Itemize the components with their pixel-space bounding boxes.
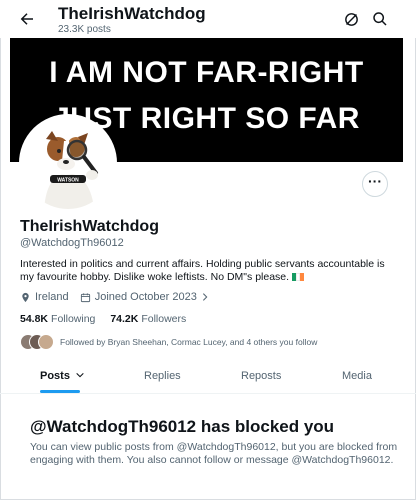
profile-bio: Interested in politics and current affai…	[20, 258, 395, 284]
blocked-message: You can view public posts from @Watchdog…	[30, 441, 398, 466]
tab-posts-label: Posts	[40, 370, 70, 382]
tab-reposts[interactable]: Reposts	[241, 370, 281, 382]
dog-with-magnifier-image: WATSON	[22, 117, 114, 209]
collar-text: WATSON	[57, 178, 79, 184]
profile-meta: Ireland Joined October 2023	[20, 291, 222, 306]
tab-media[interactable]: Media	[342, 370, 372, 382]
joined-text: Joined October 2023	[94, 291, 197, 303]
joined-item[interactable]: Joined October 2023	[80, 291, 214, 303]
ireland-flag-icon	[291, 272, 304, 281]
blocked-title: @WatchdogTh96012 has blocked you	[30, 417, 335, 436]
location-item: Ireland	[20, 291, 69, 303]
back-arrow-icon[interactable]	[18, 10, 36, 28]
chevron-right-icon	[202, 293, 208, 301]
header-posts-count: 23.3K posts	[58, 24, 111, 35]
active-tab-indicator	[40, 390, 80, 393]
followed-by[interactable]: Followed by Bryan Sheehan, Cormac Lucey,…	[20, 333, 317, 351]
bio-text: Interested in politics and current affai…	[20, 258, 385, 283]
follower-avatar	[38, 334, 54, 350]
following-label: Following	[51, 313, 96, 325]
search-icon[interactable]	[372, 11, 388, 27]
header-title: TheIrishWatchdog	[58, 4, 206, 23]
following-count: 54.8K	[20, 313, 49, 325]
profile-handle: @WatchdogTh96012	[20, 237, 124, 249]
avatar[interactable]: WATSON	[19, 114, 117, 212]
followers-label: Followers	[141, 313, 187, 325]
location-pin-icon	[22, 292, 29, 302]
profile-tabs: Posts Replies Reposts Media	[0, 363, 416, 394]
grok-icon[interactable]	[343, 11, 360, 28]
profile-display-name: TheIrishWatchdog	[20, 218, 159, 235]
followers-link[interactable]: 74.2K Followers	[110, 313, 186, 325]
following-link[interactable]: 54.8K Following	[20, 313, 95, 325]
follower-avatars	[20, 334, 54, 350]
more-options-button[interactable]: ···	[362, 171, 388, 197]
chevron-down-icon	[76, 372, 84, 378]
location-text: Ireland	[35, 291, 69, 303]
profile-stats: 54.8K Following 74.2K Followers	[20, 313, 186, 325]
tab-posts[interactable]: Posts	[40, 370, 85, 382]
calendar-icon	[80, 292, 90, 302]
followed-by-text: Followed by Bryan Sheehan, Cormac Lucey,…	[60, 337, 318, 347]
banner-text-line1: I AM NOT FAR-RIGHT	[49, 56, 364, 89]
followers-count: 74.2K	[110, 313, 139, 325]
tab-replies[interactable]: Replies	[144, 370, 181, 382]
top-bar: TheIrishWatchdog 23.3K posts	[0, 0, 416, 38]
